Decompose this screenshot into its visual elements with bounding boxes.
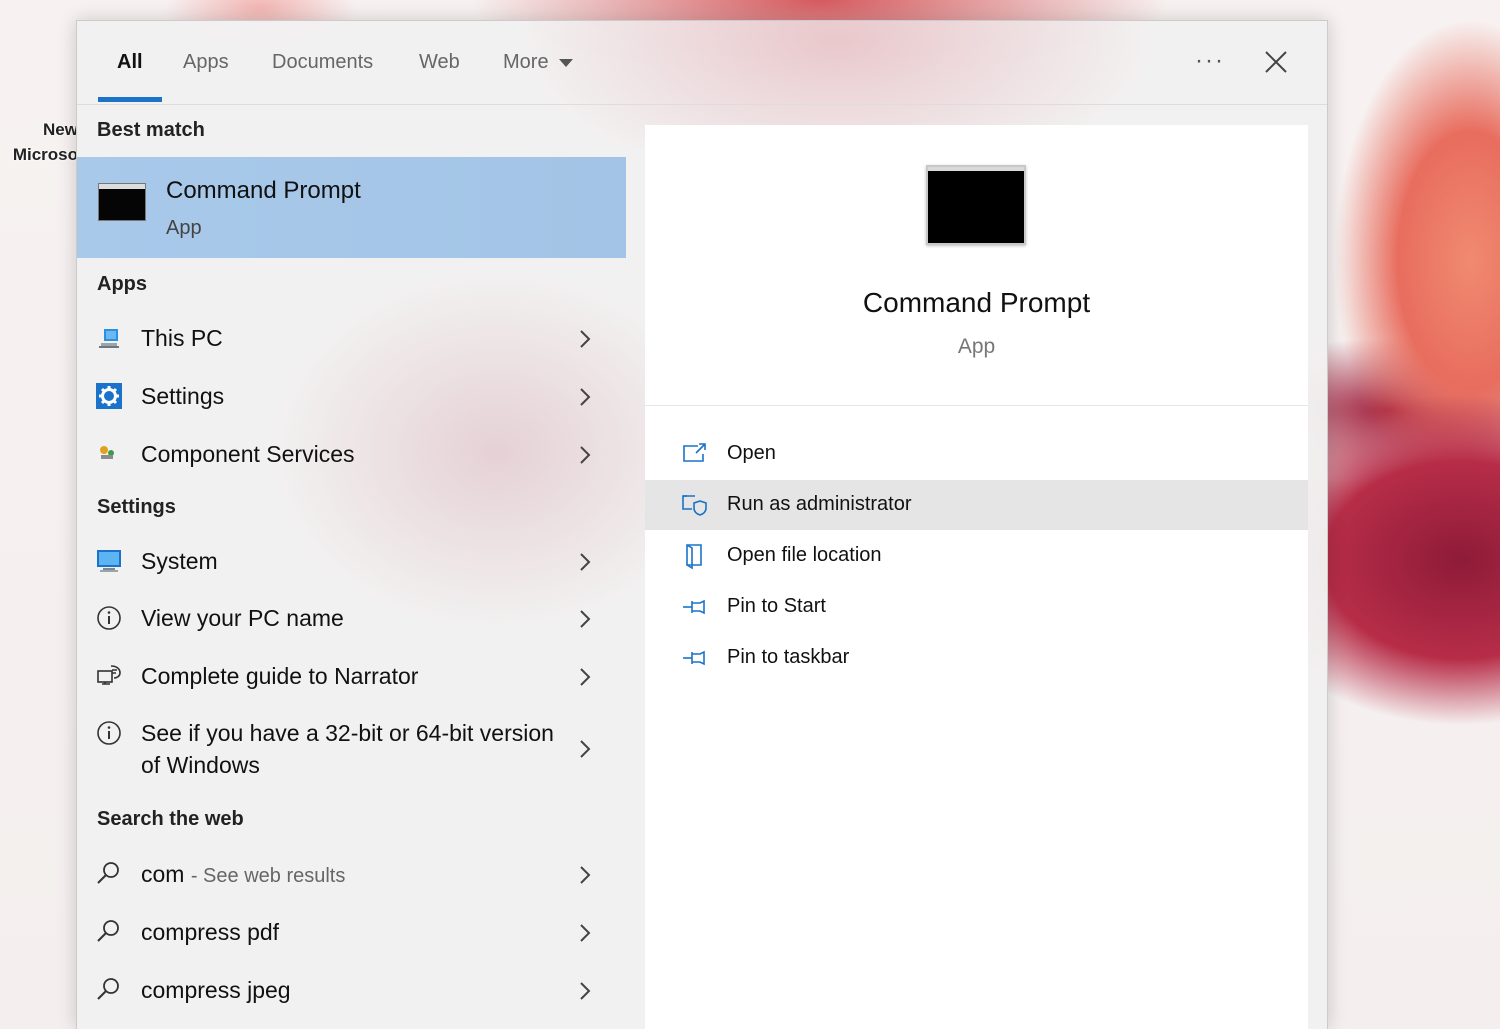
app-item-label: This PC	[141, 325, 223, 351]
web-result-compress-jpeg[interactable]: compress jpeg	[77, 973, 626, 1009]
settings-item-narrator-guide[interactable]: Complete guide to Narrator	[77, 659, 626, 695]
action-label: Open file location	[727, 544, 882, 566]
app-item-label: Component Services	[141, 441, 355, 467]
info-icon	[97, 721, 121, 745]
chevron-right-icon	[580, 553, 591, 571]
best-match-title: Command Prompt	[166, 177, 361, 204]
info-icon	[97, 606, 121, 630]
desktop-icon-label[interactable]: New	[8, 120, 78, 140]
action-open[interactable]: Open	[645, 429, 1308, 479]
action-label: Pin to Start	[727, 595, 826, 617]
settings-item-32-or-64-bit[interactable]: See if you have a 32-bit or 64-bit versi…	[77, 717, 626, 785]
settings-item-label: See if you have a 32-bit or 64-bit versi…	[141, 720, 554, 778]
web-result-compress-pdf[interactable]: compress pdf	[77, 915, 626, 951]
tab-web[interactable]: Web	[419, 51, 460, 74]
settings-item-system[interactable]: System	[77, 544, 626, 580]
web-result-query: com	[141, 861, 185, 887]
web-result-com[interactable]: com - See web results	[77, 857, 626, 893]
more-options-icon[interactable]: ···	[1195, 47, 1225, 75]
open-icon	[683, 443, 706, 462]
settings-item-label: System	[141, 548, 218, 574]
app-item-this-pc[interactable]: This PC	[77, 321, 626, 357]
chevron-right-icon	[580, 610, 591, 628]
command-prompt-icon	[98, 183, 146, 221]
command-prompt-icon	[926, 165, 1026, 245]
settings-item-view-pc-name[interactable]: View your PC name	[77, 601, 626, 637]
chevron-right-icon	[580, 330, 591, 348]
action-open-file-location[interactable]: Open file location	[645, 531, 1308, 581]
component-services-icon	[100, 446, 114, 459]
chevron-right-icon	[580, 668, 591, 686]
active-tab-indicator	[98, 97, 162, 102]
pin-icon	[683, 650, 705, 666]
best-match-subtitle: App	[166, 217, 202, 239]
settings-item-label: View your PC name	[141, 605, 344, 631]
filter-tab-bar: All Apps Documents Web More ···	[77, 21, 1327, 105]
action-run-as-administrator[interactable]: Run as administrator	[645, 480, 1308, 530]
action-label: Open	[727, 442, 776, 464]
search-web-heading: Search the web	[97, 808, 244, 830]
chevron-right-icon	[580, 446, 591, 464]
search-icon	[97, 862, 119, 884]
chevron-right-icon	[580, 982, 591, 1000]
search-icon	[97, 920, 119, 942]
best-match-result[interactable]: Command Prompt App	[77, 157, 626, 258]
tab-more-label: More	[503, 51, 549, 73]
file-location-icon	[686, 544, 702, 570]
tab-documents[interactable]: Documents	[272, 51, 373, 74]
gear-icon	[96, 383, 122, 409]
this-pc-icon	[99, 329, 119, 348]
pin-icon	[683, 599, 705, 615]
search-window: All Apps Documents Web More ··· Best mat…	[76, 20, 1328, 1029]
apps-heading: Apps	[97, 273, 147, 295]
result-detail-pane: Command Prompt App Open Run as administr…	[645, 125, 1308, 1029]
detail-title: Command Prompt	[862, 287, 1091, 318]
chevron-right-icon	[580, 924, 591, 942]
chevron-right-icon	[580, 866, 591, 884]
desktop-icon-label[interactable]: Microso	[8, 145, 78, 165]
web-result-label: compress jpeg	[141, 977, 291, 1003]
run-as-admin-icon	[682, 495, 707, 516]
app-item-label: Settings	[141, 383, 225, 409]
web-result-label: com - See web results	[141, 861, 345, 888]
detail-header: Command Prompt App	[645, 125, 1308, 406]
web-result-suffix: - See web results	[190, 865, 346, 887]
search-icon	[97, 978, 119, 1000]
tab-more[interactable]: More	[503, 51, 573, 74]
action-label: Pin to taskbar	[727, 646, 850, 668]
tab-all[interactable]: All	[117, 51, 143, 74]
tab-apps[interactable]: Apps	[183, 51, 229, 74]
app-item-component-services[interactable]: Component Services	[77, 437, 626, 473]
narrator-icon	[97, 665, 121, 685]
monitor-icon	[97, 550, 121, 572]
chevron-right-icon	[580, 740, 591, 758]
detail-subtitle: App	[957, 335, 996, 358]
action-label: Run as administrator	[727, 493, 912, 515]
chevron-right-icon	[580, 388, 591, 406]
close-icon[interactable]	[1263, 49, 1289, 75]
best-match-heading: Best match	[97, 119, 205, 141]
settings-item-label: Complete guide to Narrator	[141, 663, 419, 689]
web-result-label: compress pdf	[141, 919, 280, 945]
caret-down-icon	[558, 58, 573, 67]
action-pin-to-start[interactable]: Pin to Start	[645, 582, 1308, 632]
settings-heading: Settings	[97, 496, 176, 518]
app-item-settings[interactable]: Settings	[77, 379, 626, 415]
action-pin-to-taskbar[interactable]: Pin to taskbar	[645, 633, 1308, 683]
